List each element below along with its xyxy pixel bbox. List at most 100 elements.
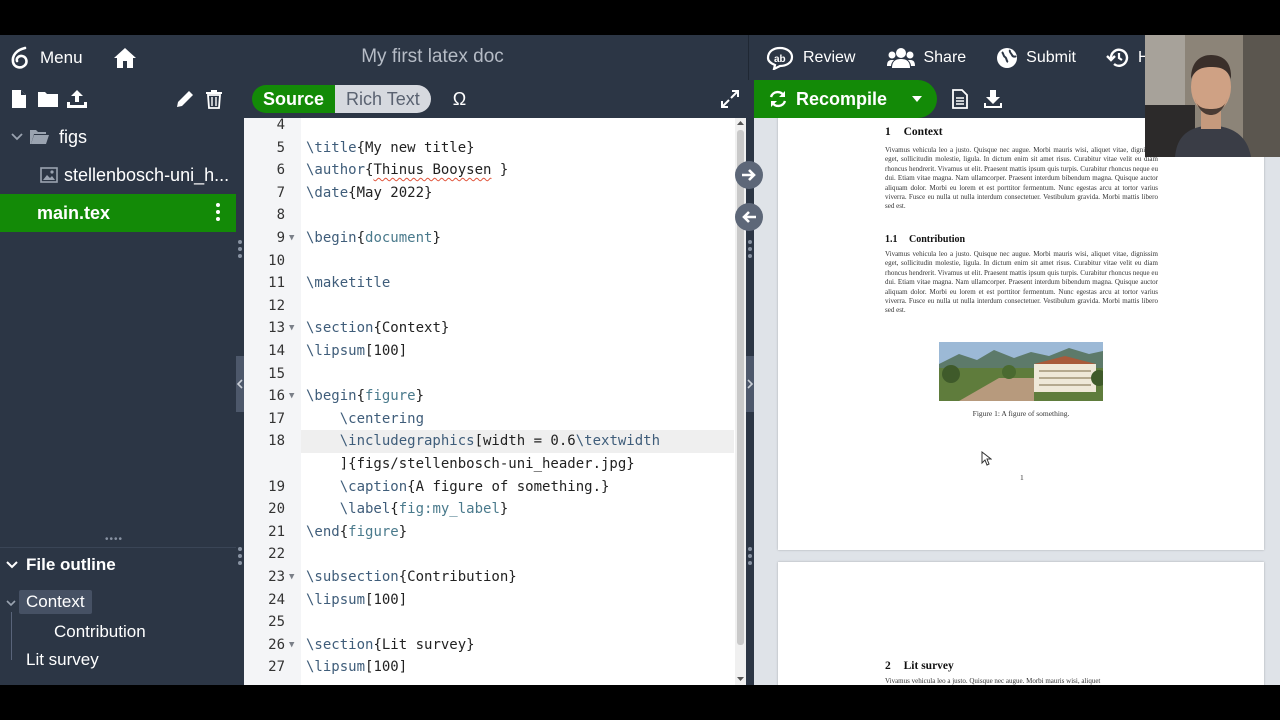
review-label: Review [803, 48, 856, 66]
code-text: \includegraphics[width = 0.6\textwidth [339, 433, 661, 450]
overleaf-logo-icon [11, 46, 28, 69]
code-text: \title{My new title} [306, 139, 475, 156]
pdf-paragraph: Vivamus vehicula leo a justo. Quisque ne… [885, 250, 1158, 315]
tree-file-image[interactable]: stellenbosch-uni_h... [0, 156, 236, 194]
line-number: 9 [276, 230, 285, 246]
chevron-right-icon [747, 379, 754, 389]
pdf-paragraph-start: Vivamus vehicula leo a justo. Quisque ne… [885, 677, 1101, 685]
download-pdf-icon[interactable] [983, 89, 1003, 109]
outline-item-context[interactable]: Context [19, 590, 92, 614]
outline-tree-line [11, 612, 12, 660]
code-line[interactable]: 20 \label{fig:my_label} [244, 498, 734, 521]
splitter-dots [238, 240, 242, 268]
recompile-label: Recompile [796, 88, 888, 109]
file-menu-kebab-icon[interactable] [216, 203, 220, 221]
code-line[interactable]: 18 \includegraphics[width = 0.6\textwidt… [244, 430, 734, 453]
home-icon [113, 47, 136, 68]
top-bar: Menu My first latex doc ab Review Share … [0, 35, 1280, 80]
pdf-section-number: 2 [885, 660, 891, 672]
code-line[interactable]: 21 \end{figure} [244, 521, 734, 544]
code-line[interactable]: 4 [244, 118, 734, 137]
code-line[interactable]: 14 \lipsum[100] [244, 340, 734, 363]
code-line[interactable]: 6 \author{Thinus Booysen } [244, 159, 734, 182]
fold-toggle-icon[interactable]: ▼ [289, 385, 294, 408]
home-button[interactable] [101, 35, 157, 80]
code-editor[interactable]: 4 5 \title{My new title} 6 \author{Thinus Bo… [244, 118, 746, 685]
line-number: 22 [268, 546, 285, 563]
view-logs-icon[interactable] [951, 89, 969, 109]
review-button[interactable]: ab Review [749, 35, 867, 80]
tree-file-main-tex[interactable]: main.tex [0, 194, 236, 232]
code-line[interactable]: 7 \date{May 2022} [244, 182, 734, 205]
outline-resize-handle[interactable]: •••• [105, 534, 123, 545]
new-file-button[interactable] [6, 86, 32, 112]
tree-active-file-label: main.tex [37, 202, 111, 223]
trash-icon [206, 90, 222, 109]
new-folder-button[interactable] [35, 86, 61, 112]
code-line[interactable]: 17 \centering [244, 408, 734, 431]
scroll-down-arrow-icon[interactable] [735, 675, 746, 683]
sidebar-splitter[interactable] [236, 80, 244, 685]
code-line[interactable]: 16 ▼ \begin{figure} [244, 385, 734, 408]
fold-toggle-icon[interactable]: ▼ [289, 317, 294, 340]
code-line[interactable]: ]{figs/stellenbosch-uni_header.jpg} [244, 453, 734, 476]
code-line[interactable]: 27 \lipsum[100] [244, 656, 734, 679]
code-text: \caption{A figure of something.} [339, 478, 610, 495]
code-text: \label{fig:my_label} [339, 501, 509, 518]
pdf-preview[interactable]: 1 Context Vivamus vehicula leo a justo. … [754, 118, 1280, 685]
tree-folder-figs[interactable]: figs [0, 118, 236, 156]
pdf-section-heading: 1 Context [885, 126, 943, 138]
collapse-pdf-handle[interactable] [746, 356, 754, 412]
sync-to-pdf-button[interactable] [735, 161, 763, 189]
code-line[interactable]: 19 \caption{A figure of something.} [244, 476, 734, 499]
chevron-down-icon[interactable] [6, 600, 16, 607]
code-line[interactable]: 5 \title{My new title} [244, 137, 734, 160]
share-button[interactable]: Share [867, 35, 978, 80]
source-mode-toggle[interactable]: Source [252, 85, 336, 113]
fold-toggle-icon[interactable]: ▼ [289, 227, 294, 250]
rich-text-mode-toggle[interactable]: Rich Text [335, 85, 431, 113]
line-number: 16 [268, 388, 285, 405]
line-number: 24 [268, 591, 285, 608]
symbol-palette-button[interactable]: Ω [453, 89, 466, 110]
code-line[interactable]: 12 [244, 295, 734, 318]
expand-editor-icon[interactable] [720, 89, 740, 109]
collapse-sidebar-handle[interactable] [236, 356, 244, 412]
rename-button[interactable] [172, 86, 198, 112]
code-line[interactable]: 25 [244, 611, 734, 634]
top-bar-actions: ab Review Share Submit H [748, 35, 1162, 80]
code-text: \section{Context} [306, 320, 450, 337]
submit-button[interactable]: Submit [978, 35, 1088, 80]
code-line[interactable]: 9 ▼ \begin{document} [244, 227, 734, 250]
code-line[interactable]: 26 ▼ \section{Lit survey} [244, 634, 734, 657]
fold-toggle-icon[interactable]: ▼ [289, 566, 294, 589]
webcam-overlay [1145, 35, 1280, 157]
recompile-button[interactable]: Recompile [754, 80, 938, 118]
code-text: \lipsum[100] [306, 343, 408, 359]
code-line[interactable]: 11 \maketitle [244, 272, 734, 295]
file-outline-header[interactable]: File outline [0, 547, 236, 582]
outline-item-lit-survey[interactable]: Lit survey [26, 650, 99, 670]
menu-button[interactable]: Menu [0, 35, 95, 80]
file-outline-title: File outline [26, 555, 116, 574]
fold-toggle-icon[interactable]: ▼ [289, 634, 294, 657]
line-number: 12 [268, 297, 285, 314]
upload-button[interactable] [64, 86, 90, 112]
delete-button[interactable] [201, 86, 227, 112]
caret-down-icon[interactable] [911, 95, 923, 103]
pdf-subsection-number: 1.1 [885, 234, 898, 245]
code-line[interactable]: 8 [244, 204, 734, 227]
code-line[interactable]: 13 ▼ \section{Context} [244, 317, 734, 340]
scroll-up-arrow-icon[interactable] [735, 119, 746, 127]
sync-to-code-button[interactable] [735, 203, 763, 231]
outline-item-contribution[interactable]: Contribution [54, 622, 146, 642]
project-title[interactable]: My first latex doc [250, 46, 615, 68]
line-number: 19 [268, 478, 285, 495]
refresh-icon [769, 90, 787, 108]
code-line[interactable]: 23 ▼ \subsection{Contribution} [244, 566, 734, 589]
code-line[interactable]: 22 [244, 543, 734, 566]
code-line[interactable]: 10 [244, 250, 734, 273]
code-line[interactable]: 24 \lipsum[100] [244, 589, 734, 612]
code-line[interactable]: 15 [244, 363, 734, 386]
line-number: 23 [268, 569, 285, 585]
